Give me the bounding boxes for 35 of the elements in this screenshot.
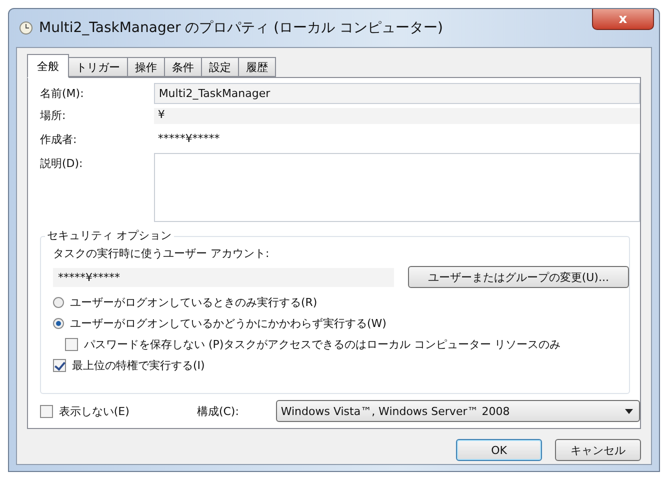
account-label: タスクの実行時に使うユーザー アカウント:	[53, 246, 270, 261]
cancel-button[interactable]: キャンセル	[555, 439, 641, 461]
option-label: 最上位の特権で実行する(I)	[72, 358, 205, 373]
window-title: Multi2_TaskManager のプロパティ (ローカル コンピューター)	[39, 19, 444, 37]
name-field[interactable]: Multi2_TaskManager	[154, 83, 640, 104]
tab[interactable]: 全般	[27, 54, 69, 78]
tab[interactable]: トリガー	[69, 57, 128, 77]
radio-button[interactable]	[53, 318, 64, 329]
field-label: 名前(M):	[40, 86, 85, 101]
clock-icon	[19, 21, 33, 35]
configure-dropdown[interactable]: Windows Vista™, Windows Server™ 2008	[276, 400, 640, 422]
option-label: 表示しない(E)	[58, 404, 130, 418]
checkbox[interactable]	[40, 404, 53, 418]
location-field: ¥	[154, 108, 640, 124]
tab[interactable]: 設定	[202, 57, 239, 77]
option-label: ユーザーがログオンしているかどうかにかかわらず実行する(W)	[70, 316, 386, 331]
field-label: 作成者:	[40, 132, 78, 147]
author-value: *****¥*****	[156, 131, 221, 147]
tab[interactable]: 条件	[165, 57, 202, 77]
option-label: ユーザーがログオンしているときのみ実行する(R)	[70, 295, 318, 310]
field-label: 場所:	[40, 108, 67, 123]
option-label: パスワードを保存しない (P)タスクがアクセスできるのはローカル コンピューター リソースのみ	[84, 337, 561, 352]
tab[interactable]: 履歴	[239, 57, 276, 77]
ok-button[interactable]: OK	[456, 439, 542, 461]
radio-button[interactable]	[53, 297, 64, 308]
caret-icon	[624, 408, 633, 414]
group-title: セキュリティ オプション	[45, 228, 174, 243]
checkbox[interactable]	[53, 359, 66, 372]
field-label: 構成(C):	[196, 404, 240, 418]
field-label: 説明(D):	[40, 156, 84, 171]
account-field: *****¥*****	[53, 268, 394, 286]
tab[interactable]: 操作	[128, 57, 165, 77]
change-user-button[interactable]: ユーザーまたはグループの変更(U)...	[408, 266, 629, 288]
checkbox[interactable]	[65, 338, 78, 351]
description-field[interactable]	[154, 153, 640, 222]
